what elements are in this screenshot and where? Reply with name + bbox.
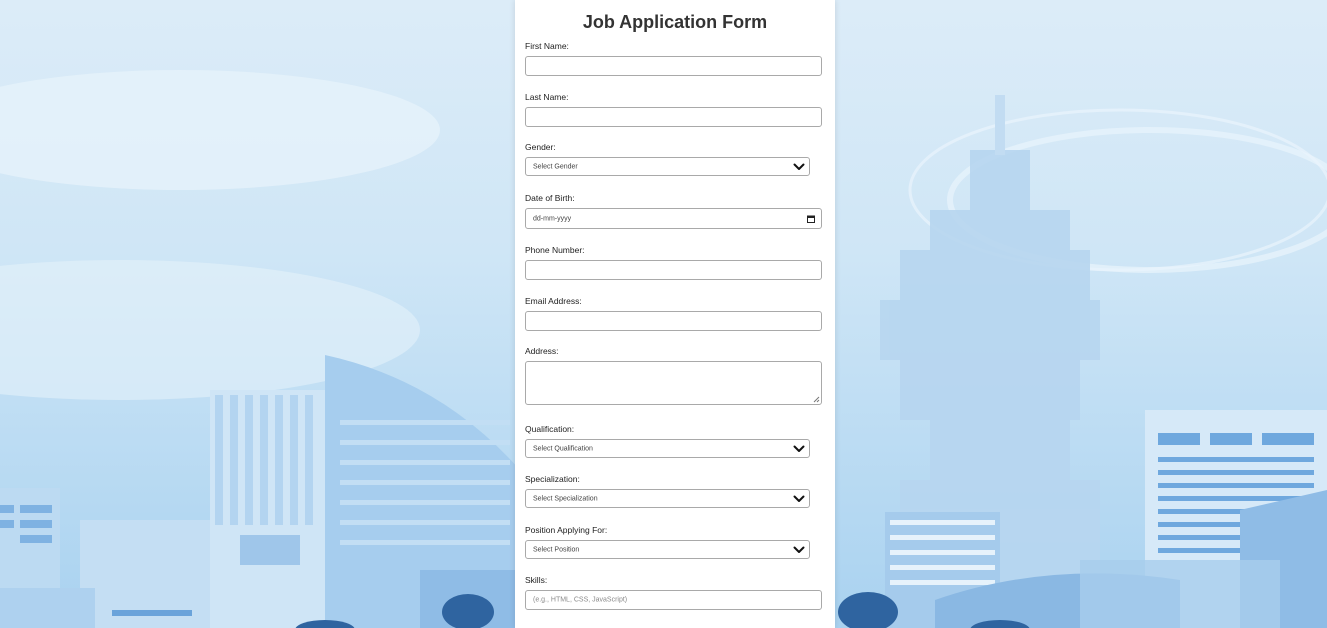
specialization-selected: Select Specialization <box>533 495 598 502</box>
gender-group: Gender: Select Gender <box>525 142 810 176</box>
gender-selected: Select Gender <box>533 163 578 170</box>
address-label: Address: <box>525 346 559 356</box>
phone-group: Phone Number: <box>525 245 822 280</box>
dob-input[interactable]: dd-mm-yyyy <box>525 208 822 229</box>
chevron-down-icon <box>793 163 805 170</box>
skills-placeholder: (e.g., HTML, CSS, JavaScript) <box>533 596 628 604</box>
qualification-group: Qualification: Select Qualification <box>525 424 810 458</box>
calendar-icon[interactable] <box>807 215 815 223</box>
phone-label: Phone Number: <box>525 245 585 255</box>
skills-input[interactable]: (e.g., HTML, CSS, JavaScript) <box>525 590 822 610</box>
qualification-selected: Select Qualification <box>533 445 593 452</box>
position-label: Position Applying For: <box>525 525 608 535</box>
address-group: Address: <box>525 346 822 405</box>
job-application-form: Job Application Form First Name: Last Na… <box>515 0 835 628</box>
address-textarea[interactable] <box>525 361 822 405</box>
specialization-select[interactable]: Select Specialization <box>525 489 810 508</box>
gender-label: Gender: <box>525 142 556 152</box>
qualification-select[interactable]: Select Qualification <box>525 439 810 458</box>
skills-label: Skills: <box>525 575 548 585</box>
position-group: Position Applying For: Select Position <box>525 525 810 559</box>
first-name-group: First Name: <box>525 41 822 76</box>
chevron-down-icon <box>793 495 805 502</box>
email-label: Email Address: <box>525 296 582 306</box>
skills-group: Skills: (e.g., HTML, CSS, JavaScript) <box>525 575 822 610</box>
chevron-down-icon <box>793 445 805 452</box>
chevron-down-icon <box>793 546 805 553</box>
phone-input[interactable] <box>525 260 822 280</box>
last-name-label: Last Name: <box>525 92 569 102</box>
position-select[interactable]: Select Position <box>525 540 810 559</box>
dob-group: Date of Birth: dd-mm-yyyy <box>525 193 822 229</box>
dob-placeholder: dd-mm-yyyy <box>533 215 572 222</box>
form-title: Job Application Form <box>582 12 768 32</box>
specialization-group: Specialization: Select Specialization <box>525 474 810 508</box>
gender-select[interactable]: Select Gender <box>525 157 810 176</box>
qualification-label: Qualification: <box>525 424 575 434</box>
email-group: Email Address: <box>525 296 822 331</box>
first-name-label: First Name: <box>525 41 569 51</box>
last-name-group: Last Name: <box>525 92 822 127</box>
resize-grip-icon[interactable] <box>812 395 820 403</box>
position-selected: Select Position <box>533 546 580 553</box>
email-input[interactable] <box>525 311 822 331</box>
last-name-input[interactable] <box>525 107 822 127</box>
first-name-input[interactable] <box>525 56 822 76</box>
specialization-label: Specialization: <box>525 474 580 484</box>
dob-label: Date of Birth: <box>525 193 575 203</box>
